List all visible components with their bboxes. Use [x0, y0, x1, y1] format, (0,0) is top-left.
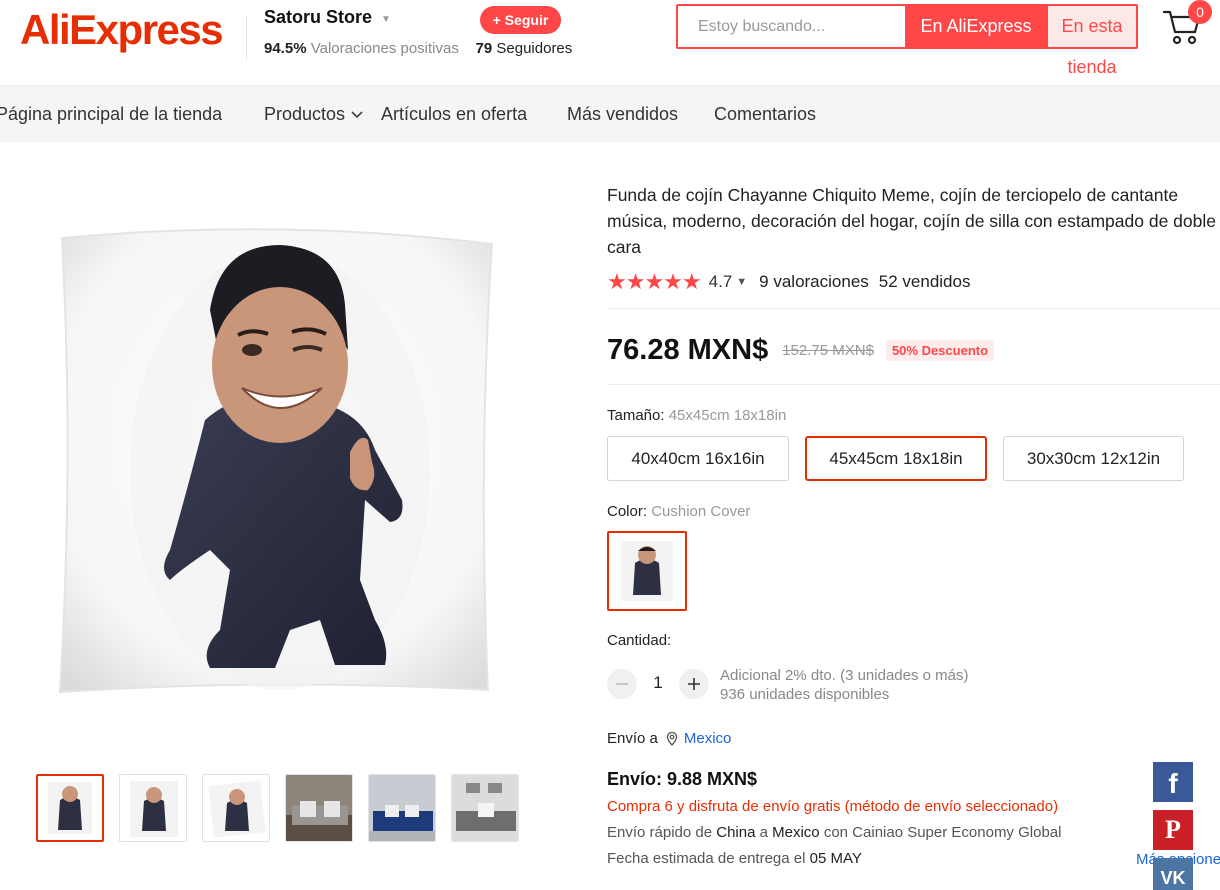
original-price: 152.75 MXN$	[782, 341, 874, 359]
thumbnail-3[interactable]	[202, 774, 270, 842]
chevron-down-icon	[351, 111, 363, 119]
color-label: Color:	[607, 503, 648, 520]
size-option-40[interactable]: 40x40cm 16x16in	[607, 436, 789, 481]
thumbnail-5[interactable]	[368, 774, 436, 842]
location-pin-icon	[666, 731, 678, 746]
current-price: 76.28 MXN$	[607, 333, 769, 366]
store-nav: Página principal de la tienda Productos …	[0, 86, 1220, 142]
chevron-down-icon[interactable]: ▼	[381, 14, 391, 25]
nav-products[interactable]: Productos	[264, 86, 364, 142]
search-store-button[interactable]: En esta tienda	[1047, 6, 1136, 77]
sold-count: 52 vendidos	[878, 272, 971, 291]
delivery-estimate: Fecha estimada de entrega el 05 MAY	[607, 850, 862, 867]
ship-to-row: Envío a Mexico	[607, 730, 731, 747]
nav-store-home[interactable]: Página principal de la tienda	[0, 86, 222, 142]
thumbnail-2[interactable]	[119, 774, 187, 842]
origin-country: China	[716, 824, 756, 841]
chevron-down-icon[interactable]: ▼	[736, 276, 747, 288]
plus-icon	[688, 678, 700, 690]
delivery-date: 05 MAY	[809, 850, 862, 867]
header-divider	[246, 16, 247, 60]
thumbnail-1[interactable]	[36, 774, 104, 842]
quantity-decrease-button[interactable]	[607, 669, 637, 699]
star-rating-icons: ★★★★★	[607, 269, 702, 294]
method-a: a	[759, 824, 768, 841]
reviews-link[interactable]: 9 valoraciones	[759, 272, 869, 292]
size-label: Tamaño:	[607, 407, 665, 424]
price-row: 76.28 MXN$ 152.75 MXN$ 50% Descuento	[607, 330, 995, 370]
positive-rate: 94.5%	[264, 40, 307, 57]
quantity-label: Cantidad:	[607, 632, 672, 649]
divider	[607, 308, 1220, 309]
discount-badge: 50% Descuento	[885, 339, 995, 361]
size-label-line: Tamaño: 45x45cm 18x18in	[607, 407, 786, 424]
size-selected-value: 45x45cm 18x18in	[668, 407, 787, 424]
divider	[607, 384, 1220, 385]
nav-best-sellers[interactable]: Más vendidos	[567, 86, 678, 142]
quantity-increase-button[interactable]	[679, 669, 709, 699]
facebook-icon[interactable]: f	[1153, 762, 1193, 802]
ship-to-country-link[interactable]: Mexico	[684, 730, 732, 747]
rating-row: ★★★★★ 4.7 ▼ 9 valoraciones 52 vendidos	[607, 269, 971, 294]
method-suffix: con Cainiao Super Economy Global	[823, 824, 1062, 841]
shipping-method: Envío rápido de China a Mexico con Caini…	[607, 824, 1061, 841]
quantity-input[interactable]: 1	[648, 673, 668, 693]
aliexpress-logo[interactable]: AliExpress	[20, 6, 224, 54]
color-selected-value: Cushion Cover	[651, 503, 751, 520]
size-option-45[interactable]: 45x45cm 18x18in	[805, 436, 987, 481]
nav-products-label: Productos	[264, 104, 346, 124]
store-header: AliExpress Satoru Store ▼ 94.5% Valoraci…	[0, 0, 1220, 86]
follow-button[interactable]: + Seguir	[480, 6, 561, 34]
vk-icon[interactable]: VK	[1153, 858, 1193, 890]
color-option-cushion-cover[interactable]	[607, 531, 687, 611]
positive-label: Valoraciones positivas	[310, 40, 459, 57]
nav-reviews[interactable]: Comentarios	[714, 86, 816, 142]
pinterest-icon[interactable]: P	[1153, 810, 1193, 850]
product-title: Funda de cojín Chayanne Chiquito Meme, c…	[607, 185, 1216, 257]
followers-count: 79	[475, 40, 493, 57]
destination-country: Mexico	[772, 824, 820, 841]
product-main-image[interactable]	[30, 200, 520, 720]
search-bar: En AliExpress En esta tienda	[676, 4, 1138, 77]
quantity-note: Adicional 2% dto. (3 unidades o más) 936…	[720, 666, 968, 704]
followers-label: Seguidores	[496, 40, 573, 57]
search-aliexpress-button[interactable]: En AliExpress	[905, 6, 1047, 47]
search-input[interactable]	[678, 6, 905, 47]
minus-icon	[616, 683, 628, 685]
bulk-discount-text: Adicional 2% dto. (3 unidades o más)	[720, 667, 969, 684]
store-stats: 94.5% Valoraciones positivas 79 Seguidor…	[264, 40, 572, 57]
shipping-promo: Compra 6 y disfruta de envío gratis (mét…	[607, 798, 1059, 815]
nav-deals[interactable]: Artículos en oferta	[381, 86, 527, 142]
store-name[interactable]: Satoru Store	[264, 7, 372, 28]
size-option-30[interactable]: 30x30cm 12x12in	[1003, 436, 1184, 481]
ship-to-label: Envío a	[607, 730, 658, 747]
color-label-line: Color: Cushion Cover	[607, 503, 750, 520]
thumbnail-6[interactable]	[451, 774, 519, 842]
thumbnail-4[interactable]	[285, 774, 353, 842]
date-prefix: Fecha estimada de entrega el	[607, 850, 806, 867]
stock-available-text: 936 unidades disponibles	[720, 686, 890, 703]
method-prefix: Envío rápido de	[607, 824, 713, 841]
rating-value[interactable]: 4.7	[709, 272, 733, 292]
shipping-cost: Envío: 9.88 MXN$	[607, 769, 758, 789]
cart-count-badge: 0	[1188, 0, 1212, 24]
